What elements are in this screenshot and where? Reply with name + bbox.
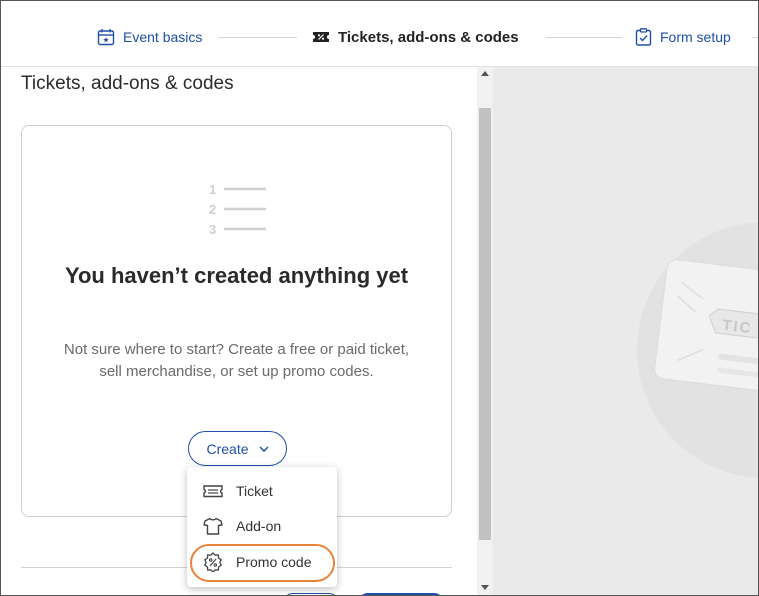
step-label: Tickets, add-ons & codes (338, 28, 519, 46)
menu-item-ticket[interactable]: Ticket (187, 474, 337, 508)
step-form-setup[interactable]: Form setup (635, 27, 731, 47)
svg-text:3: 3 (209, 222, 216, 237)
step-connector (219, 37, 297, 38)
calendar-icon (97, 29, 115, 46)
ticket-icon (203, 485, 223, 498)
empty-state-title: You haven’t created anything yet (64, 263, 409, 288)
create-dropdown-menu: Ticket Add-on Promo code (187, 467, 337, 587)
menu-item-promo-code[interactable]: Promo code (187, 545, 337, 579)
panel-scrollbar[interactable] (477, 67, 493, 595)
menu-item-label: Promo code (236, 554, 312, 570)
empty-state-card: 1 2 3 You haven’t created anything yet N… (21, 125, 452, 517)
create-button[interactable]: Create (188, 431, 287, 466)
ticket-illustration: TIC (637, 222, 758, 478)
step-tickets[interactable]: Tickets, add-ons & codes (312, 27, 519, 47)
step-connector (546, 37, 622, 38)
scroll-up-arrow-icon[interactable] (481, 70, 489, 76)
app-window: Event basics Tickets, add-ons & codes Fo… (0, 0, 759, 596)
svg-text:2: 2 (209, 202, 216, 217)
step-label: Event basics (123, 29, 203, 45)
numbered-list-icon: 1 2 3 (209, 182, 266, 237)
panel-title: Tickets, add-ons & codes (21, 73, 234, 94)
chevron-down-icon (258, 445, 269, 452)
clipboard-check-icon (635, 28, 652, 46)
percent-badge-icon (204, 552, 222, 572)
step-connector (752, 37, 758, 38)
step-event-basics[interactable]: Event basics (97, 27, 202, 47)
progress-stepper: Event basics Tickets, add-ons & codes Fo… (1, 1, 758, 67)
svg-text:1: 1 (209, 182, 216, 197)
scroll-thumb[interactable] (479, 108, 491, 540)
ticket-percent-icon (313, 32, 329, 42)
create-button-label: Create (206, 440, 249, 457)
tshirt-icon (203, 517, 223, 535)
menu-item-add-on[interactable]: Add-on (187, 509, 337, 543)
menu-item-label: Add-on (236, 518, 282, 534)
step-label: Form setup (660, 29, 731, 45)
ticket-preview-pane: TIC (493, 67, 758, 595)
scroll-down-arrow-icon[interactable] (481, 585, 489, 591)
empty-state-description: Not sure where to start? Create a free o… (63, 341, 410, 380)
menu-item-label: Ticket (236, 483, 273, 499)
